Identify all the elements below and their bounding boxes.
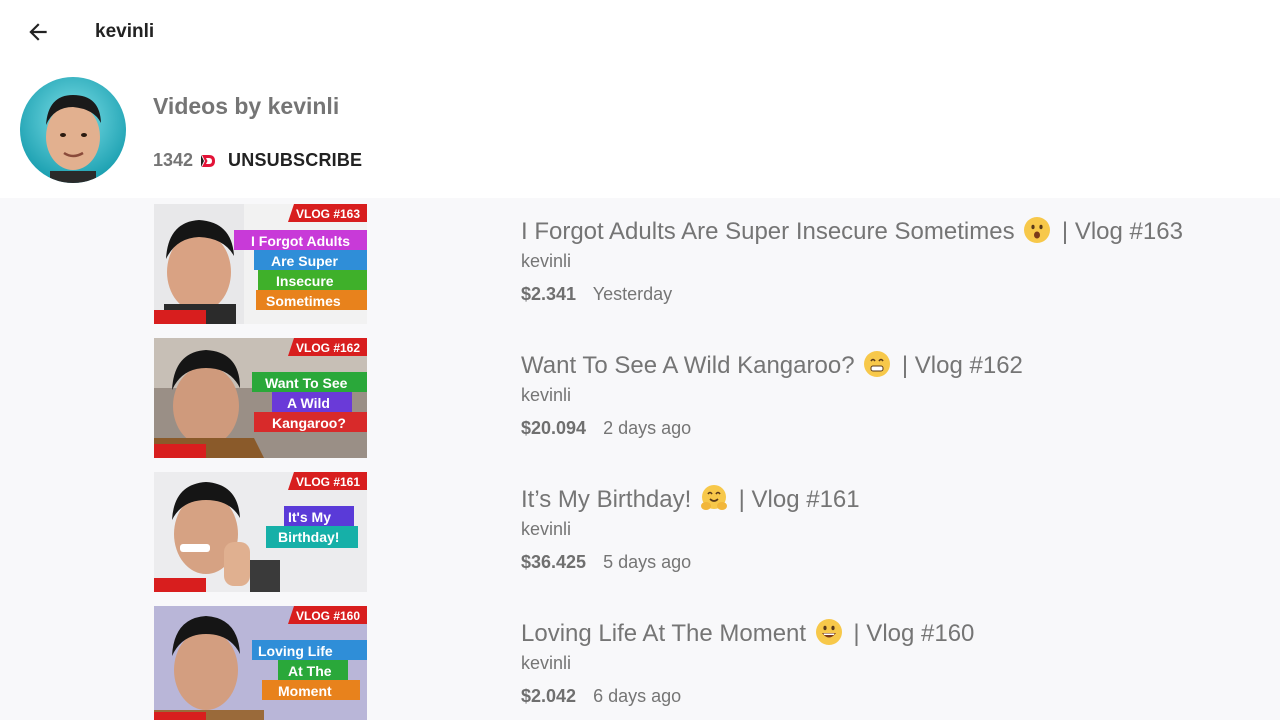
hugging-face-emoji <box>700 485 727 510</box>
video-title-text: I Forgot Adults Are Super Insecure Somet… <box>521 218 1015 245</box>
arrow-left-icon <box>29 23 47 41</box>
grinning-face-emoji <box>864 351 891 377</box>
video-title[interactable]: I Forgot Adults Are Super Insecure Somet… <box>521 216 1183 246</box>
thumb-tag: VLOG #161 <box>296 475 360 489</box>
video-price: $2.341 <box>521 284 577 304</box>
video-title[interactable]: Loving Life At The Moment | Vlog #160 <box>521 618 974 648</box>
video-title-text: It’s My Birthday! <box>521 486 692 513</box>
video-price: $20.094 <box>521 418 587 438</box>
dtube-logo-icon <box>200 153 216 169</box>
video-thumbnail[interactable]: VLOG #163 I Forgot Adults Are Super Inse… <box>154 204 367 324</box>
thumb-text-line: I Forgot Adults <box>251 233 350 249</box>
thumb-text-line: It's My <box>288 509 331 525</box>
avatar[interactable] <box>20 77 126 183</box>
thumb-text-line: Moment <box>278 683 332 699</box>
video-author[interactable]: kevinli <box>521 519 571 540</box>
thumb-text-line: Loving Life <box>258 643 333 659</box>
channel-header: Videos by kevinli 1342 UNSUBSCRIBE <box>0 64 1280 198</box>
video-time: 2 days ago <box>603 418 692 438</box>
video-author[interactable]: kevinli <box>521 653 571 674</box>
video-title[interactable]: Want To See A Wild Kangaroo? | Vlog #162 <box>521 350 1023 380</box>
video-thumbnail[interactable]: VLOG #160 Loving Life At The Moment <box>154 606 367 720</box>
thumb-tag: VLOG #160 <box>296 609 360 623</box>
video-title[interactable]: It’s My Birthday! | Vlog #161 <box>521 484 860 514</box>
video-item[interactable]: VLOG #163 I Forgot Adults Are Super Inse… <box>0 198 1280 332</box>
video-time: 5 days ago <box>603 552 692 572</box>
video-time: 6 days ago <box>593 686 682 706</box>
subscription-row: 1342 UNSUBSCRIBE <box>153 150 362 171</box>
video-meta: $36.425 5 days ago <box>521 552 691 573</box>
video-title-suffix: | Vlog #161 <box>738 486 860 513</box>
thumb-text-line: A Wild <box>287 395 330 411</box>
thumb-text-line: At The <box>288 663 332 679</box>
back-button[interactable] <box>18 14 58 50</box>
video-thumbnail[interactable]: VLOG #161 It's My Birthday! <box>154 472 367 592</box>
video-meta: $20.094 2 days ago <box>521 418 691 439</box>
video-title-text: Loving Life At The Moment <box>521 620 807 647</box>
subscriber-count: 1342 <box>153 150 194 170</box>
video-item[interactable]: VLOG #162 Want To See A Wild Kangaroo? W… <box>0 332 1280 466</box>
channel-title: Videos by kevinli <box>153 93 340 119</box>
video-list: VLOG #163 I Forgot Adults Are Super Inse… <box>0 198 1280 720</box>
video-author[interactable]: kevinli <box>521 385 571 406</box>
thumb-text-line: Are Super <box>271 253 338 269</box>
video-item[interactable]: VLOG #160 Loving Life At The Moment Lovi… <box>0 600 1280 720</box>
video-meta: $2.341 Yesterday <box>521 284 672 305</box>
video-author[interactable]: kevinli <box>521 251 571 272</box>
page-title: kevinli <box>95 21 155 42</box>
thumb-text-line: Birthday! <box>278 529 339 545</box>
unsubscribe-button[interactable]: UNSUBSCRIBE <box>228 150 362 171</box>
video-meta: $2.042 6 days ago <box>521 686 681 707</box>
thumb-text-line: Insecure <box>276 273 334 289</box>
thumb-tag: VLOG #162 <box>296 341 360 355</box>
video-item[interactable]: VLOG #161 It's My Birthday! It’s My Birt… <box>0 466 1280 600</box>
video-title-suffix: | Vlog #162 <box>901 352 1023 379</box>
video-price: $36.425 <box>521 552 587 572</box>
thumb-text-line: Kangaroo? <box>272 415 346 431</box>
video-price: $2.042 <box>521 686 577 706</box>
thumb-text-line: Sometimes <box>266 293 341 309</box>
thumb-text-line: Want To See <box>265 375 348 391</box>
smiling-face-emoji <box>815 619 842 645</box>
video-title-text: Want To See A Wild Kangaroo? <box>521 352 855 379</box>
video-title-suffix: | Vlog #163 <box>1061 218 1183 245</box>
video-time: Yesterday <box>592 284 673 304</box>
video-thumbnail[interactable]: VLOG #162 Want To See A Wild Kangaroo? <box>154 338 367 458</box>
surprised-face-emoji <box>1024 217 1051 243</box>
video-title-suffix: | Vlog #160 <box>853 620 975 647</box>
thumb-tag: VLOG #163 <box>296 207 360 221</box>
top-bar: kevinli <box>0 0 1280 64</box>
